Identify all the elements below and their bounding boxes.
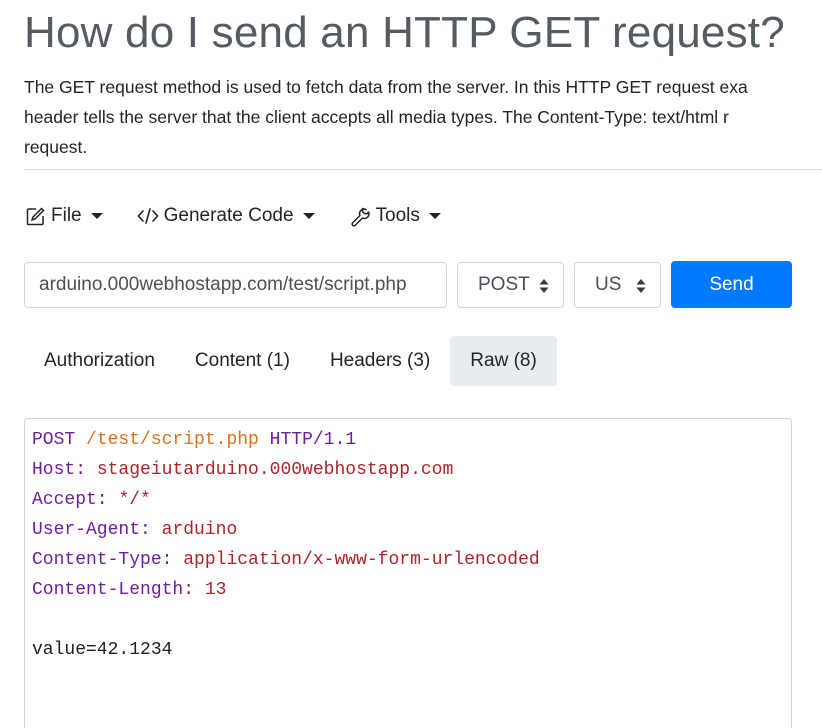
request-body: value=42.1234 <box>32 640 173 660</box>
raw-path: /test/script.php <box>86 430 259 450</box>
raw-protocol: HTTP/1.1 <box>269 430 357 450</box>
header-key: Host: <box>32 460 87 480</box>
region-select-value: US <box>595 274 622 295</box>
request-tabs: Authorization Content (1) Headers (3) Ra… <box>24 336 557 386</box>
toolbar: File Generate Code Tools <box>24 200 475 232</box>
page-description: The GET request method is used to fetch … <box>24 72 822 162</box>
edit-icon <box>24 205 46 227</box>
file-menu-label: File <box>51 205 82 226</box>
header-line: Accept: */* <box>32 485 784 515</box>
header-value: */* <box>118 490 151 510</box>
raw-method: POST <box>32 430 76 450</box>
header-value: arduino <box>161 520 238 540</box>
region-select[interactable]: US <box>574 262 661 308</box>
method-select[interactable]: POST <box>457 262 564 308</box>
description-line-1: The GET request method is used to fetch … <box>24 77 748 97</box>
chevron-down-icon <box>90 213 103 219</box>
code-icon <box>137 205 159 227</box>
page-title: How do I send an HTTP GET request? <box>24 8 785 57</box>
generate-code-button[interactable]: Generate Code <box>137 205 315 227</box>
tools-menu-label: Tools <box>375 205 420 226</box>
header-value: application/x-www-form-urlencoded <box>183 550 540 570</box>
header-value: 13 <box>204 580 227 600</box>
tab-raw[interactable]: Raw (8) <box>450 336 557 386</box>
chevron-down-icon <box>428 213 441 219</box>
tab-authorization[interactable]: Authorization <box>24 336 175 386</box>
request-line: POST /test/script.php HTTP/1.1 <box>32 425 784 455</box>
header-line: Host: stageiutarduino.000webhostapp.com <box>32 455 784 485</box>
header-value: stageiutarduino.000webhostapp.com <box>96 460 454 480</box>
description-line-3: request. <box>24 137 88 157</box>
select-arrows-icon <box>636 279 646 293</box>
header-key: User-Agent: <box>32 520 151 540</box>
select-arrows-icon <box>539 279 549 293</box>
tools-menu-button[interactable]: Tools <box>349 205 441 227</box>
header-line: Content-Type: application/x-www-form-url… <box>32 545 784 575</box>
tab-headers[interactable]: Headers (3) <box>310 336 450 386</box>
tab-content[interactable]: Content (1) <box>175 336 310 386</box>
raw-request-editor[interactable]: POST /test/script.php HTTP/1.1 Host: sta… <box>24 418 792 728</box>
method-select-value: POST <box>478 274 530 295</box>
send-button[interactable]: Send <box>671 261 792 308</box>
url-input[interactable] <box>24 262 447 308</box>
description-line-2: header tells the server that the client … <box>24 107 729 127</box>
file-menu-button[interactable]: File <box>24 205 103 227</box>
header-line: User-Agent: arduino <box>32 515 784 545</box>
divider <box>24 169 822 170</box>
header-line: Content-Length: 13 <box>32 575 784 605</box>
header-key: Accept: <box>32 490 108 510</box>
generate-code-label: Generate Code <box>163 205 294 226</box>
wrench-icon <box>349 205 371 227</box>
chevron-down-icon <box>302 213 315 219</box>
header-key: Content-Type: <box>32 550 173 570</box>
header-key: Content-Length: <box>32 580 195 600</box>
